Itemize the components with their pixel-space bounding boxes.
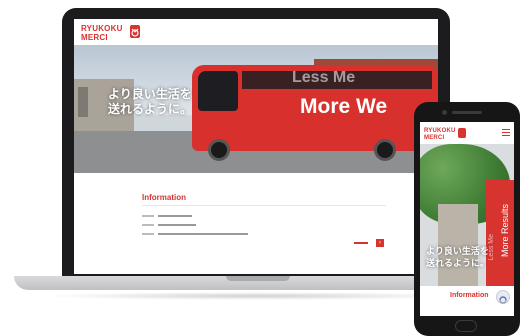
more-link-placeholder [354, 242, 368, 244]
laptop-screen: RYUKOKU MERCI Less Me More We より良い生活を 送れ… [74, 19, 438, 274]
site-header: RYUKOKU MERCI [74, 19, 438, 45]
bus-windshield [198, 71, 238, 111]
site-logo[interactable]: RYUKOKU MERCI [81, 25, 123, 42]
info-text-placeholder [158, 215, 192, 217]
hero-headline-line1: より良い生活を [108, 87, 192, 101]
menu-icon[interactable] [502, 129, 510, 136]
phone-logo-mark-icon [458, 128, 466, 138]
info-date-placeholder [142, 224, 154, 226]
bus-wheel-front [208, 139, 230, 161]
phone-logo-line2: MERCI [424, 135, 445, 141]
recaptcha-icon[interactable] [496, 290, 510, 304]
phone-logo[interactable]: RYUKOKU MERCI [424, 128, 456, 141]
laptop-hinge-notch [226, 276, 290, 281]
info-date-placeholder [142, 215, 154, 217]
logo-text-line2: MERCI [81, 33, 108, 42]
more-arrow-button[interactable]: › [376, 239, 384, 247]
laptop-shadow [40, 292, 470, 300]
phone-hero-building [438, 204, 478, 286]
phone-logo-line1: RYUKOKU [424, 128, 456, 134]
phone-speaker [452, 111, 482, 114]
bus-text-1: Less Me [292, 69, 356, 86]
hero-headline: より良い生活を 送れるように。 [108, 87, 192, 117]
info-date-placeholder [142, 233, 154, 235]
bus-text-2: More We [300, 95, 388, 118]
hero-image: Less Me More We より良い生活を 送れるように。 [74, 45, 438, 173]
phone-banner-text-2: Less Me [488, 234, 495, 261]
phone-banner-text-1: More Results [500, 204, 510, 258]
logo-text-line1: RYUKOKU [81, 24, 123, 33]
phone-screen: RYUKOKU MERCI More Results Less Me より良い生… [420, 122, 514, 316]
hero-headline-line2: 送れるように。 [108, 102, 193, 116]
info-divider [142, 205, 386, 206]
phone-hero-headline: より良い生活を 送れるように。 [426, 246, 489, 270]
phone-home-button[interactable] [455, 320, 477, 332]
info-text-placeholder [158, 233, 248, 235]
info-text-placeholder [158, 224, 196, 226]
phone-camera [442, 110, 447, 115]
logo-mark-icon [130, 25, 140, 38]
hero-building-column [78, 87, 88, 117]
phone-headline-line2: 送れるように。 [426, 259, 490, 269]
info-title: Information [142, 193, 186, 202]
phone-info-title: Information [450, 292, 489, 299]
phone-headline-line1: より良い生活を [426, 247, 489, 257]
phone-hero: More Results Less Me より良い生活を 送れるように。 [420, 144, 514, 286]
bus-wheel-rear [374, 139, 396, 161]
